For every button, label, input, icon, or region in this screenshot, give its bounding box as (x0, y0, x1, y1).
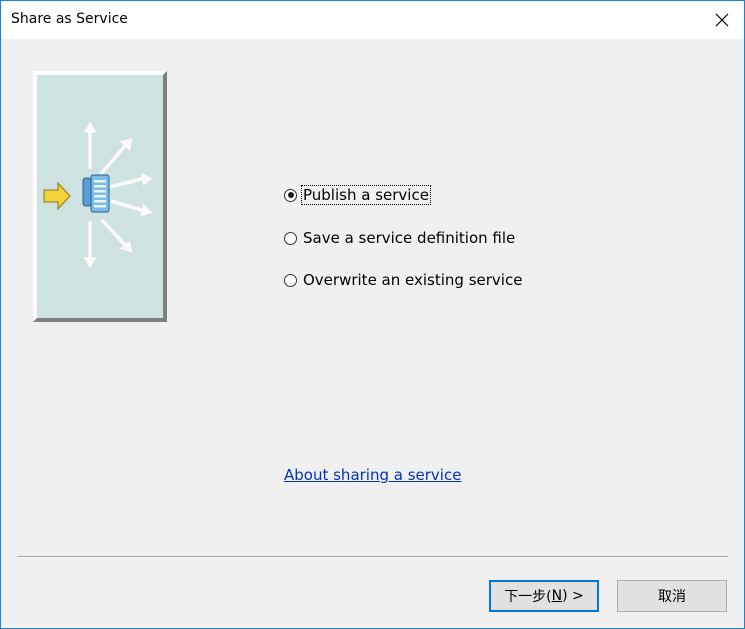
radio-publish-service[interactable] (284, 188, 297, 202)
option-label: Save a service definition file (303, 229, 516, 247)
option-overwrite-service[interactable]: Overwrite an existing service (284, 269, 523, 291)
title-bar: Share as Service (1, 1, 744, 39)
cancel-button[interactable]: 取消 (617, 580, 727, 612)
radio-save-service-definition[interactable] (284, 231, 297, 245)
option-label: Overwrite an existing service (303, 271, 523, 289)
separator (17, 556, 728, 558)
next-button[interactable]: 下一步(N) > (489, 580, 599, 612)
about-sharing-link[interactable]: About sharing a service (284, 466, 461, 484)
close-button[interactable] (700, 1, 744, 39)
option-label: Publish a service (301, 185, 431, 205)
window-title: Share as Service (11, 11, 128, 27)
radio-overwrite-service[interactable] (284, 273, 297, 287)
share-service-illustration (33, 71, 167, 322)
option-save-service-definition[interactable]: Save a service definition file (284, 227, 516, 249)
option-publish-service[interactable]: Publish a service (284, 184, 431, 206)
close-icon (715, 13, 729, 27)
share-as-service-dialog: Share as Service Publish a service Save … (0, 0, 745, 629)
